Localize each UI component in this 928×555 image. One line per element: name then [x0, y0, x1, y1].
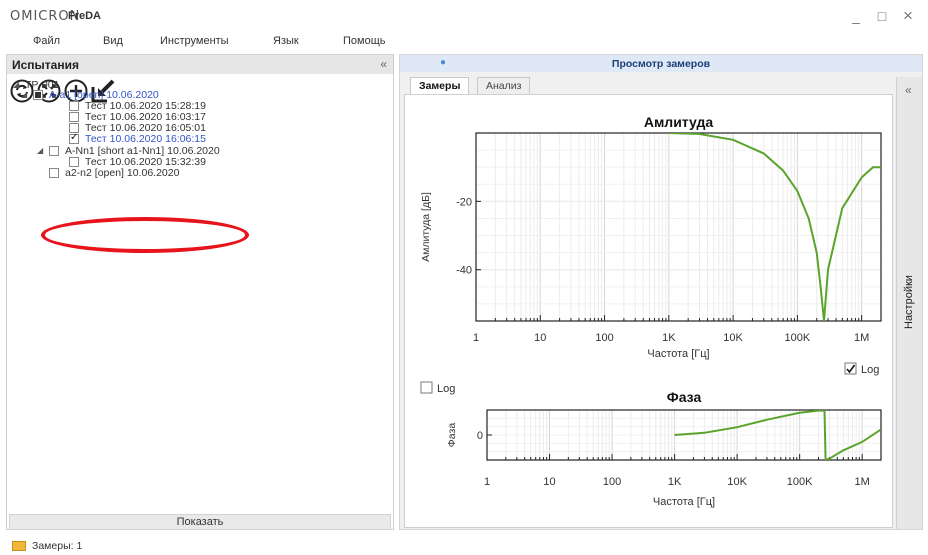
x-tick-label: 10	[543, 476, 555, 488]
y-axis-label: Фаза	[446, 423, 458, 448]
x-axis-label: Частота [Гц]	[647, 348, 709, 360]
graph-area: -20 -40 1 10 100 1K 10K 100K 1M Амлитуда Частота […	[404, 94, 893, 528]
measurements-panel-header: ● Просмотр замеров	[400, 55, 922, 72]
y-tick-label: -40	[456, 265, 472, 277]
settings-sidebar[interactable]: « Настройки	[896, 77, 922, 529]
tests-panel-title: Испытания	[12, 58, 79, 72]
x-tick-label: 10	[534, 332, 546, 344]
node-checkbox[interactable]	[33, 90, 43, 100]
x-axis-label: Частота [Гц]	[653, 496, 715, 508]
menu-language[interactable]: Язык	[273, 35, 299, 47]
node-checkbox[interactable]	[49, 146, 59, 156]
close-button[interactable]: ×	[896, 6, 920, 26]
phase-chart: 0 1 10 100 1K 10K 100K 1M Фаза Частота [Гц] Фаза Lo…	[420, 381, 882, 508]
x-tick-label: 1M	[854, 332, 869, 344]
status-text: Замеры: 1	[32, 540, 83, 552]
maximize-button[interactable]: □	[870, 6, 894, 26]
charts-svg: -20-401 10 100 1K 10K 100K 1MАмлитудаЧастота […	[420, 114, 882, 508]
x-tick-label: 10K	[723, 332, 743, 344]
x-tick-label: 1K	[662, 332, 676, 344]
log-checkbox[interactable]: Log	[844, 362, 879, 376]
tab-analysis[interactable]: Анализ	[477, 77, 531, 94]
expand-triangle-icon[interactable]: ◢	[21, 89, 27, 101]
log-checkbox-box	[844, 362, 857, 375]
item-checkbox[interactable]	[69, 112, 79, 122]
chart-title: Амлитуда	[644, 114, 713, 130]
tests-panel: Испытания « ◢ TP-001 ◢ A-a1 [open] 10.06…	[6, 54, 394, 530]
tab-measurements[interactable]: Замеры	[410, 77, 470, 94]
folder-icon	[12, 541, 26, 551]
y-tick-label: -20	[456, 196, 472, 208]
settings-label[interactable]: Настройки	[903, 275, 917, 337]
item-checkbox[interactable]	[69, 157, 79, 167]
menu-file[interactable]: Файл	[33, 35, 60, 47]
menu-view[interactable]: Вид	[103, 35, 123, 47]
x-tick-label: 1K	[668, 476, 682, 488]
y-tick-label: 0	[477, 430, 483, 442]
log-checkbox-box	[420, 381, 433, 394]
title-bar: OMICRON FreDA _ □ ×	[0, 0, 928, 32]
log-checkbox-label: Log	[861, 364, 879, 376]
item-checkbox[interactable]	[69, 101, 79, 111]
highlight-ellipse	[41, 217, 249, 253]
node-checkbox[interactable]	[49, 168, 59, 178]
minimize-button[interactable]: _	[844, 6, 868, 26]
item-checkbox-checked[interactable]	[69, 132, 79, 144]
show-button[interactable]: Показать	[9, 514, 391, 530]
x-tick-label: 100	[603, 476, 621, 488]
series-line	[668, 133, 881, 321]
expand-triangle-icon[interactable]: ◢	[13, 79, 19, 91]
log-checkbox-label: Log	[437, 383, 455, 395]
menu-bar: Файл Вид Инструменты Язык Помощь	[0, 32, 928, 52]
chart-title: Фаза	[667, 389, 702, 405]
menu-help[interactable]: Помощь	[343, 35, 386, 47]
measurements-panel: ● Просмотр замеров Замеры Анализ -20 -40 1…	[399, 54, 923, 530]
expand-triangle-icon[interactable]: ◢	[37, 145, 43, 157]
measurements-panel-title: Просмотр замеров	[611, 58, 711, 70]
y-axis-label: Амлитуда [дБ]	[420, 192, 432, 262]
app-title: FreDA	[68, 10, 102, 22]
x-tick-label: 100K	[785, 332, 811, 344]
x-tick-label: 10K	[727, 476, 747, 488]
x-tick-label: 1	[484, 476, 490, 488]
x-tick-label: 1M	[855, 476, 870, 488]
x-tick-label: 100	[595, 332, 613, 344]
collapse-left-button[interactable]: «	[380, 57, 387, 71]
expand-settings-button[interactable]: «	[905, 83, 912, 97]
x-tick-label: 1	[473, 332, 479, 344]
amplitude-chart: -20 -40 1 10 100 1K 10K 100K 1M Амлитуда Частота […	[420, 114, 882, 376]
status-bar: Замеры: 1	[0, 535, 928, 555]
x-tick-label: 100K	[787, 476, 813, 488]
menu-tools[interactable]: Инструменты	[160, 35, 229, 47]
tests-panel-header: Испытания «	[7, 55, 393, 74]
log-checkbox[interactable]: Log	[420, 381, 455, 395]
